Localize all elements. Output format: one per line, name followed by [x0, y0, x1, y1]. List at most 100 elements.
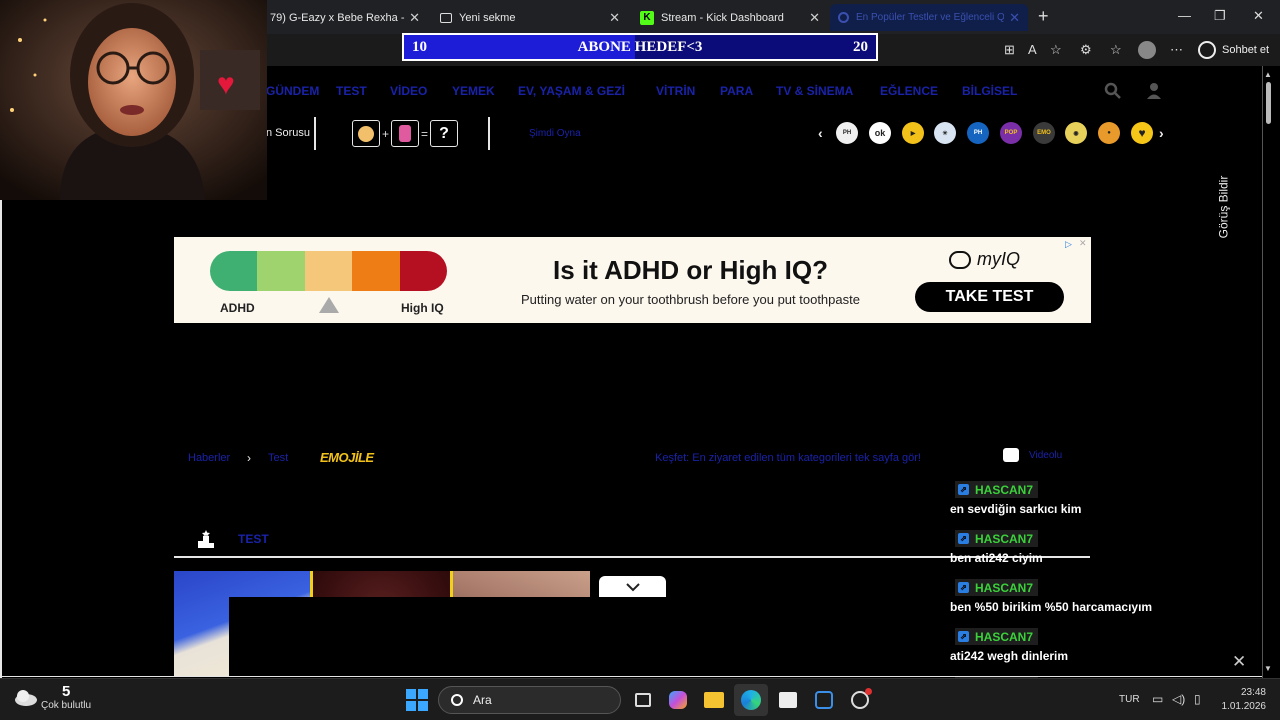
- file-explorer-icon[interactable]: [702, 688, 726, 712]
- adhd-iq-scale: [210, 251, 447, 291]
- minimize-icon[interactable]: —: [1178, 8, 1191, 23]
- nav-para[interactable]: PARA: [720, 84, 753, 98]
- take-test-button[interactable]: TAKE TEST: [915, 282, 1064, 312]
- close-icon[interactable]: ✕: [1232, 652, 1246, 672]
- category-philips-blue-icon[interactable]: PH: [967, 122, 989, 144]
- chevron-right-icon[interactable]: ›: [1159, 125, 1164, 141]
- favorite-icon[interactable]: ☆: [1050, 42, 1062, 58]
- nav-video[interactable]: VİDEO: [390, 84, 427, 98]
- chat-username-text: HASCAN7: [975, 629, 1034, 644]
- close-icon[interactable]: ✕: [1009, 10, 1020, 26]
- ad-close-icon[interactable]: ✕: [1079, 238, 1087, 249]
- more-icon[interactable]: ⋯: [1170, 42, 1183, 58]
- apps-icon[interactable]: ⊞: [1004, 42, 1015, 58]
- chat-username[interactable]: ⇗ HASCAN7: [955, 628, 1039, 645]
- nav-tv-sinema[interactable]: TV & SİNEMA: [776, 84, 853, 98]
- tab-active-site[interactable]: En Popüler Testler ve Eğlenceli Q ✕: [830, 4, 1028, 31]
- feedback-tab[interactable]: Görüş Bildir: [1206, 172, 1240, 242]
- favorites-icon[interactable]: ☆: [1110, 42, 1122, 58]
- scroll-down-icon[interactable]: ▼: [1264, 664, 1272, 673]
- nav-eglence[interactable]: EĞLENCE: [880, 84, 938, 98]
- volume-icon[interactable]: ◁): [1172, 692, 1185, 706]
- nav-gundem[interactable]: GÜNDEM: [266, 84, 319, 98]
- edge-icon[interactable]: [739, 688, 763, 712]
- close-icon[interactable]: ✕: [809, 10, 820, 26]
- podium-icon: [198, 530, 214, 548]
- video-link[interactable]: Videolu: [1003, 448, 1062, 462]
- copilot-icon: [1198, 41, 1216, 59]
- plus-sign: +: [382, 127, 390, 141]
- chevron-down-icon: [625, 583, 640, 592]
- weather-desc: Çok bulutlu: [41, 700, 92, 711]
- chat-button[interactable]: Sohbet et: [1198, 40, 1269, 60]
- taskbar-search[interactable]: Ara: [438, 686, 621, 714]
- window-close-icon[interactable]: ✕: [1253, 8, 1264, 24]
- scrollbar[interactable]: [1262, 66, 1274, 678]
- chevron-left-icon[interactable]: ‹: [818, 125, 823, 141]
- clock-date[interactable]: 1.01.2026: [1210, 701, 1267, 712]
- network-icon[interactable]: ▭: [1152, 692, 1163, 706]
- start-button[interactable]: [406, 689, 428, 711]
- category-mask-icon[interactable]: ◉: [1065, 122, 1087, 144]
- category-video-icon[interactable]: ▶: [902, 122, 924, 144]
- clock-time[interactable]: 23:48: [1226, 687, 1266, 698]
- task-view-icon[interactable]: [631, 688, 655, 712]
- chat-button-label: Sohbet et: [1222, 44, 1270, 56]
- breadcrumb-home[interactable]: Haberler: [188, 452, 230, 464]
- divider: [314, 117, 316, 150]
- category-love-icon[interactable]: ♥: [1131, 122, 1153, 144]
- nav-ev-yasam[interactable]: EV, YAŞAM & GEZİ: [518, 84, 625, 98]
- chat-message: ati242 wegh dinlerim: [950, 649, 1069, 663]
- language-indicator[interactable]: TUR: [1119, 694, 1140, 705]
- nav-vitrin[interactable]: VİTRİN: [656, 84, 695, 98]
- adchoices-icon[interactable]: ▷: [1065, 239, 1072, 250]
- chat-message: en sevdiğin sarkıcı kim: [950, 502, 1082, 516]
- chat-username[interactable]: ⇗ HASCAN7: [955, 530, 1039, 547]
- test-section-title: TEST: [238, 532, 269, 546]
- sub-nav-question[interactable]: n Sorusu: [266, 127, 310, 139]
- category-philips-icon[interactable]: PH: [836, 122, 858, 144]
- category-ok-icon[interactable]: ok: [869, 122, 891, 144]
- tab-kick[interactable]: K Stream - Kick Dashboard ✕: [632, 4, 828, 31]
- category-pop-icon[interactable]: POP: [1000, 122, 1022, 144]
- close-icon[interactable]: ✕: [409, 10, 420, 26]
- tab-title: Stream - Kick Dashboard: [661, 11, 784, 24]
- nav-yemek[interactable]: YEMEK: [452, 84, 495, 98]
- copilot-icon[interactable]: [666, 688, 690, 712]
- tab-new[interactable]: Yeni sekme ✕: [432, 4, 628, 31]
- ad-banner[interactable]: ADHD High IQ Is it ADHD or High IQ? Putt…: [174, 237, 1091, 323]
- scroll-up-icon[interactable]: ▲: [1264, 70, 1272, 79]
- heart-icon: ♥: [217, 68, 235, 101]
- category-food-icon[interactable]: ●: [1098, 122, 1120, 144]
- store-icon[interactable]: [776, 688, 800, 712]
- site-icon: [838, 12, 849, 23]
- scale-pointer-icon: [319, 297, 339, 313]
- extensions-icon[interactable]: ⚙: [1080, 42, 1092, 58]
- app-icon[interactable]: [812, 688, 836, 712]
- subscriber-goal-bar: 10 ABONE HEDEF<3 20: [402, 33, 878, 61]
- page-border: [0, 200, 2, 678]
- settings-icon[interactable]: [848, 688, 872, 712]
- play-now-link[interactable]: Şimdi Oyna: [529, 128, 581, 139]
- new-tab-icon[interactable]: +: [1038, 6, 1049, 27]
- discover-link[interactable]: Keşfet: En ziyaret edilen tüm kategorile…: [655, 452, 921, 464]
- tab-video[interactable]: 79) G-Eazy x Bebe Rexha - Me, M ✕: [262, 4, 428, 31]
- breadcrumb-test[interactable]: Test: [268, 452, 288, 464]
- maximize-icon[interactable]: ❐: [1214, 8, 1226, 24]
- kick-badge-icon: ⇗: [958, 484, 969, 495]
- read-aloud-icon[interactable]: A: [1028, 42, 1037, 57]
- nav-bilgisel[interactable]: BİLGİSEL: [962, 84, 1017, 98]
- profile-avatar[interactable]: [1138, 41, 1156, 59]
- category-snowflake-icon[interactable]: ✳: [934, 122, 956, 144]
- chat-username[interactable]: ⇗ HASCAN7: [955, 481, 1039, 498]
- nav-test[interactable]: TEST: [336, 84, 367, 98]
- chat-username[interactable]: ⇗ HASCAN7: [955, 579, 1039, 596]
- scrollbar-thumb[interactable]: [1266, 82, 1271, 124]
- close-icon[interactable]: ✕: [609, 10, 620, 26]
- category-emojile-icon[interactable]: EMO: [1033, 122, 1055, 144]
- chat-message: ben %50 birikim %50 harcamacıyım: [950, 600, 1153, 614]
- search-icon[interactable]: [1104, 82, 1122, 100]
- battery-icon[interactable]: ▯: [1194, 692, 1201, 706]
- weather-widget[interactable]: 5 Çok bulutlu: [14, 683, 94, 713]
- user-icon[interactable]: [1146, 82, 1162, 100]
